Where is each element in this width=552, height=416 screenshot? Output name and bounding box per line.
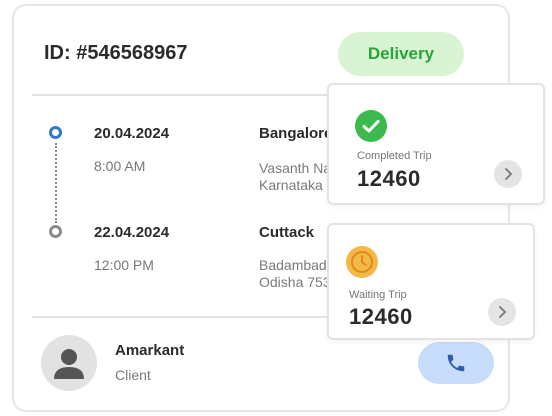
drop-address-line1: Badambadi [259, 257, 330, 273]
avatar [41, 335, 97, 391]
drop-address: Badambadi Odisha 753 [259, 257, 331, 291]
order-card: ID: #546568967 Delivery 20.04.2024 8:00 … [12, 4, 510, 412]
status-badge: Delivery [338, 32, 464, 76]
waiting-trip-label: Waiting Trip [349, 289, 407, 301]
drop-time: 12:00 PM [94, 257, 154, 273]
call-button[interactable] [418, 342, 494, 384]
user-icon [54, 349, 84, 379]
client-role: Client [115, 367, 151, 383]
completed-trip-arrow-button[interactable] [494, 160, 522, 188]
waiting-trip-value: 12460 [349, 304, 413, 329]
chevron-right-icon [499, 306, 507, 318]
origin-dot [49, 126, 62, 139]
waiting-trip-arrow-button[interactable] [488, 298, 516, 326]
clock-icon [346, 246, 378, 278]
pickup-time: 8:00 AM [94, 158, 146, 174]
drop-address-line2: Odisha 753 [259, 274, 331, 290]
completed-trip-value: 12460 [357, 166, 421, 191]
drop-city: Cuttack [259, 224, 315, 241]
client-name: Amarkant [115, 342, 185, 359]
pickup-date: 20.04.2024 [94, 125, 170, 142]
waiting-trip-card: Waiting Trip 12460 [327, 223, 535, 340]
order-id: ID: #546568967 [44, 42, 188, 64]
chevron-right-icon [505, 168, 513, 180]
phone-icon [447, 354, 465, 372]
pickup-city: Bangalore [259, 125, 333, 142]
timeline-line [55, 143, 57, 223]
completed-trip-card: Completed Trip 12460 [327, 83, 545, 205]
drop-date: 22.04.2024 [94, 224, 170, 241]
completed-trip-label: Completed Trip [357, 150, 432, 162]
destination-dot [49, 225, 62, 238]
check-circle-icon [355, 110, 387, 142]
